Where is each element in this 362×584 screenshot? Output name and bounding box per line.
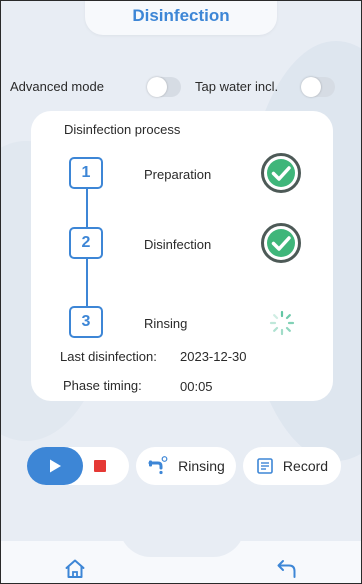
- phase-timing-label: Phase timing:: [63, 378, 142, 393]
- step-connector: [86, 188, 88, 230]
- home-icon[interactable]: [63, 557, 87, 581]
- advanced-mode-toggle[interactable]: [147, 77, 181, 97]
- step-label-preparation: Preparation: [144, 167, 212, 182]
- play-icon: [50, 459, 61, 473]
- rinsing-button-label: Rinsing: [178, 458, 225, 474]
- play-button[interactable]: [27, 447, 83, 485]
- check-circle-icon: [261, 153, 301, 193]
- faucet-icon: [148, 456, 168, 475]
- step-label-disinfection: Disinfection: [144, 237, 212, 252]
- app-frame: Disinfection Advanced mode Tap water inc…: [0, 0, 362, 584]
- header: Disinfection: [85, 1, 277, 35]
- check-circle-icon: [261, 223, 301, 263]
- stop-button[interactable]: [94, 460, 106, 472]
- record-button[interactable]: Record: [243, 447, 341, 485]
- record-button-label: Record: [282, 458, 329, 474]
- record-list-icon: [257, 458, 273, 474]
- advanced-mode-label: Advanced mode: [10, 79, 104, 94]
- step-number-2: 2: [69, 227, 103, 259]
- step-number-1: 1: [69, 157, 103, 189]
- page-title: Disinfection: [132, 6, 230, 25]
- step-number-3: 3: [69, 306, 103, 338]
- mode-toggles: Advanced mode Tap water incl.: [9, 77, 355, 97]
- phase-timing-value: 00:05: [180, 379, 213, 394]
- toggle-knob: [301, 77, 321, 97]
- tap-water-label: Tap water incl.: [195, 79, 279, 94]
- tap-water-toggle[interactable]: [301, 77, 335, 97]
- step-connector: [86, 257, 88, 309]
- back-arrow-icon[interactable]: [275, 557, 299, 581]
- last-disinfection-value: 2023-12-30: [180, 349, 247, 364]
- last-disinfection-label: Last disinfection:: [60, 349, 157, 364]
- rinsing-button[interactable]: Rinsing: [136, 447, 236, 485]
- toggle-knob: [147, 77, 167, 97]
- spinner-icon: [269, 310, 295, 336]
- process-title: Disinfection process: [64, 122, 181, 137]
- bottom-nav-notch: [119, 525, 245, 557]
- step-label-rinsing: Rinsing: [144, 316, 188, 331]
